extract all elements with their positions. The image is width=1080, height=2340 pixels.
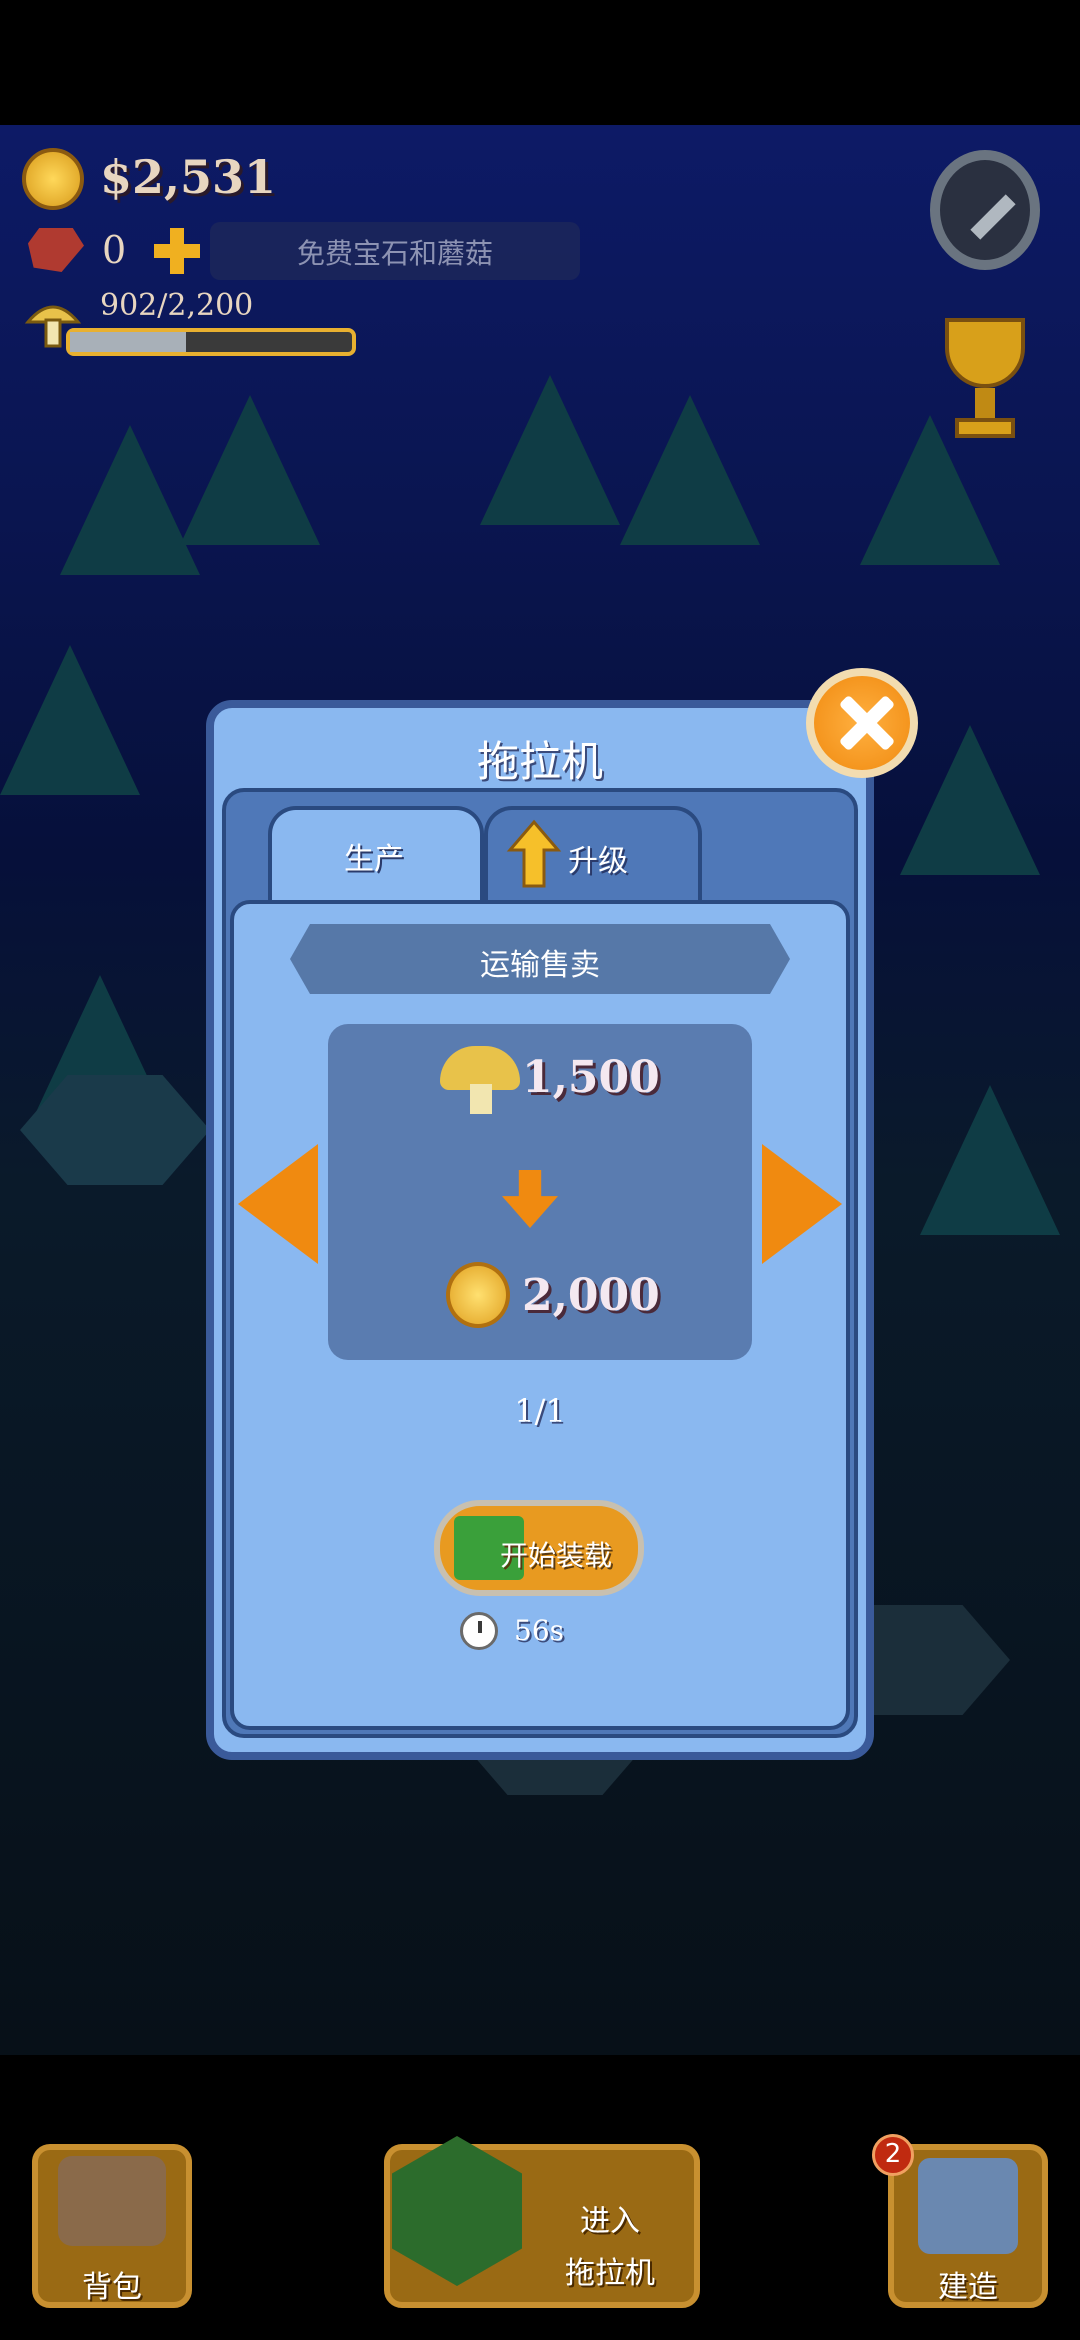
bag-label: 背包 <box>82 2270 142 2305</box>
close-button[interactable] <box>806 668 918 778</box>
build-label: 建造 <box>938 2270 998 2305</box>
trophy-base <box>955 418 1015 438</box>
coin-icon <box>446 1262 510 1328</box>
tab-production[interactable]: 生产 <box>268 806 484 906</box>
pine-tree <box>900 725 1040 875</box>
mushroom-stem <box>470 1084 492 1114</box>
page-counter: 1/1 <box>514 1392 566 1430</box>
gem-count: 0 <box>102 228 127 272</box>
pine-tree <box>620 395 760 545</box>
build-badge: 2 <box>872 2134 914 2176</box>
add-gems-button[interactable] <box>150 224 204 278</box>
trophy-icon <box>945 318 1025 388</box>
mushroom-progress-fill <box>70 332 186 352</box>
timer-label: 56s <box>514 1614 564 1647</box>
money-amount: $2,531 <box>100 150 277 204</box>
input-amount: 1,500 <box>522 1052 660 1103</box>
enter-target-label: 拖拉机 <box>565 2256 655 2291</box>
build-icon <box>918 2158 1018 2254</box>
pine-tree <box>0 645 140 795</box>
mushroom-icon <box>440 1046 520 1116</box>
trophy-button[interactable] <box>930 318 1040 448</box>
bag-icon <box>58 2156 166 2246</box>
tab-upgrade-label: 升级 <box>568 844 628 879</box>
tab-upgrade[interactable]: 升级 <box>484 806 702 906</box>
start-loading-label: 开始装载 <box>500 1539 613 1572</box>
mushroom-count: 902/2,200 <box>100 288 254 323</box>
recipe-title: 运输售卖 <box>480 948 600 983</box>
settings-button[interactable] <box>930 150 1040 270</box>
pine-tree <box>480 375 620 525</box>
upgrade-arrow-icon <box>506 819 562 888</box>
clock-icon <box>460 1612 498 1650</box>
mushroom-progress-bar <box>66 328 356 356</box>
trophy-stem <box>975 388 995 418</box>
pine-tree <box>180 395 320 545</box>
output-amount: 2,000 <box>522 1270 660 1321</box>
wrench-icon <box>970 194 1016 240</box>
tab-production-label: 生产 <box>344 842 404 877</box>
dialog-title: 拖拉机 <box>476 737 603 786</box>
pine-tree <box>60 425 200 575</box>
enter-label: 进入 <box>580 2204 640 2239</box>
pine-tree <box>920 1085 1060 1235</box>
free-offer-label: 免费宝石和蘑菇 <box>296 237 493 270</box>
coin-icon <box>22 148 84 210</box>
